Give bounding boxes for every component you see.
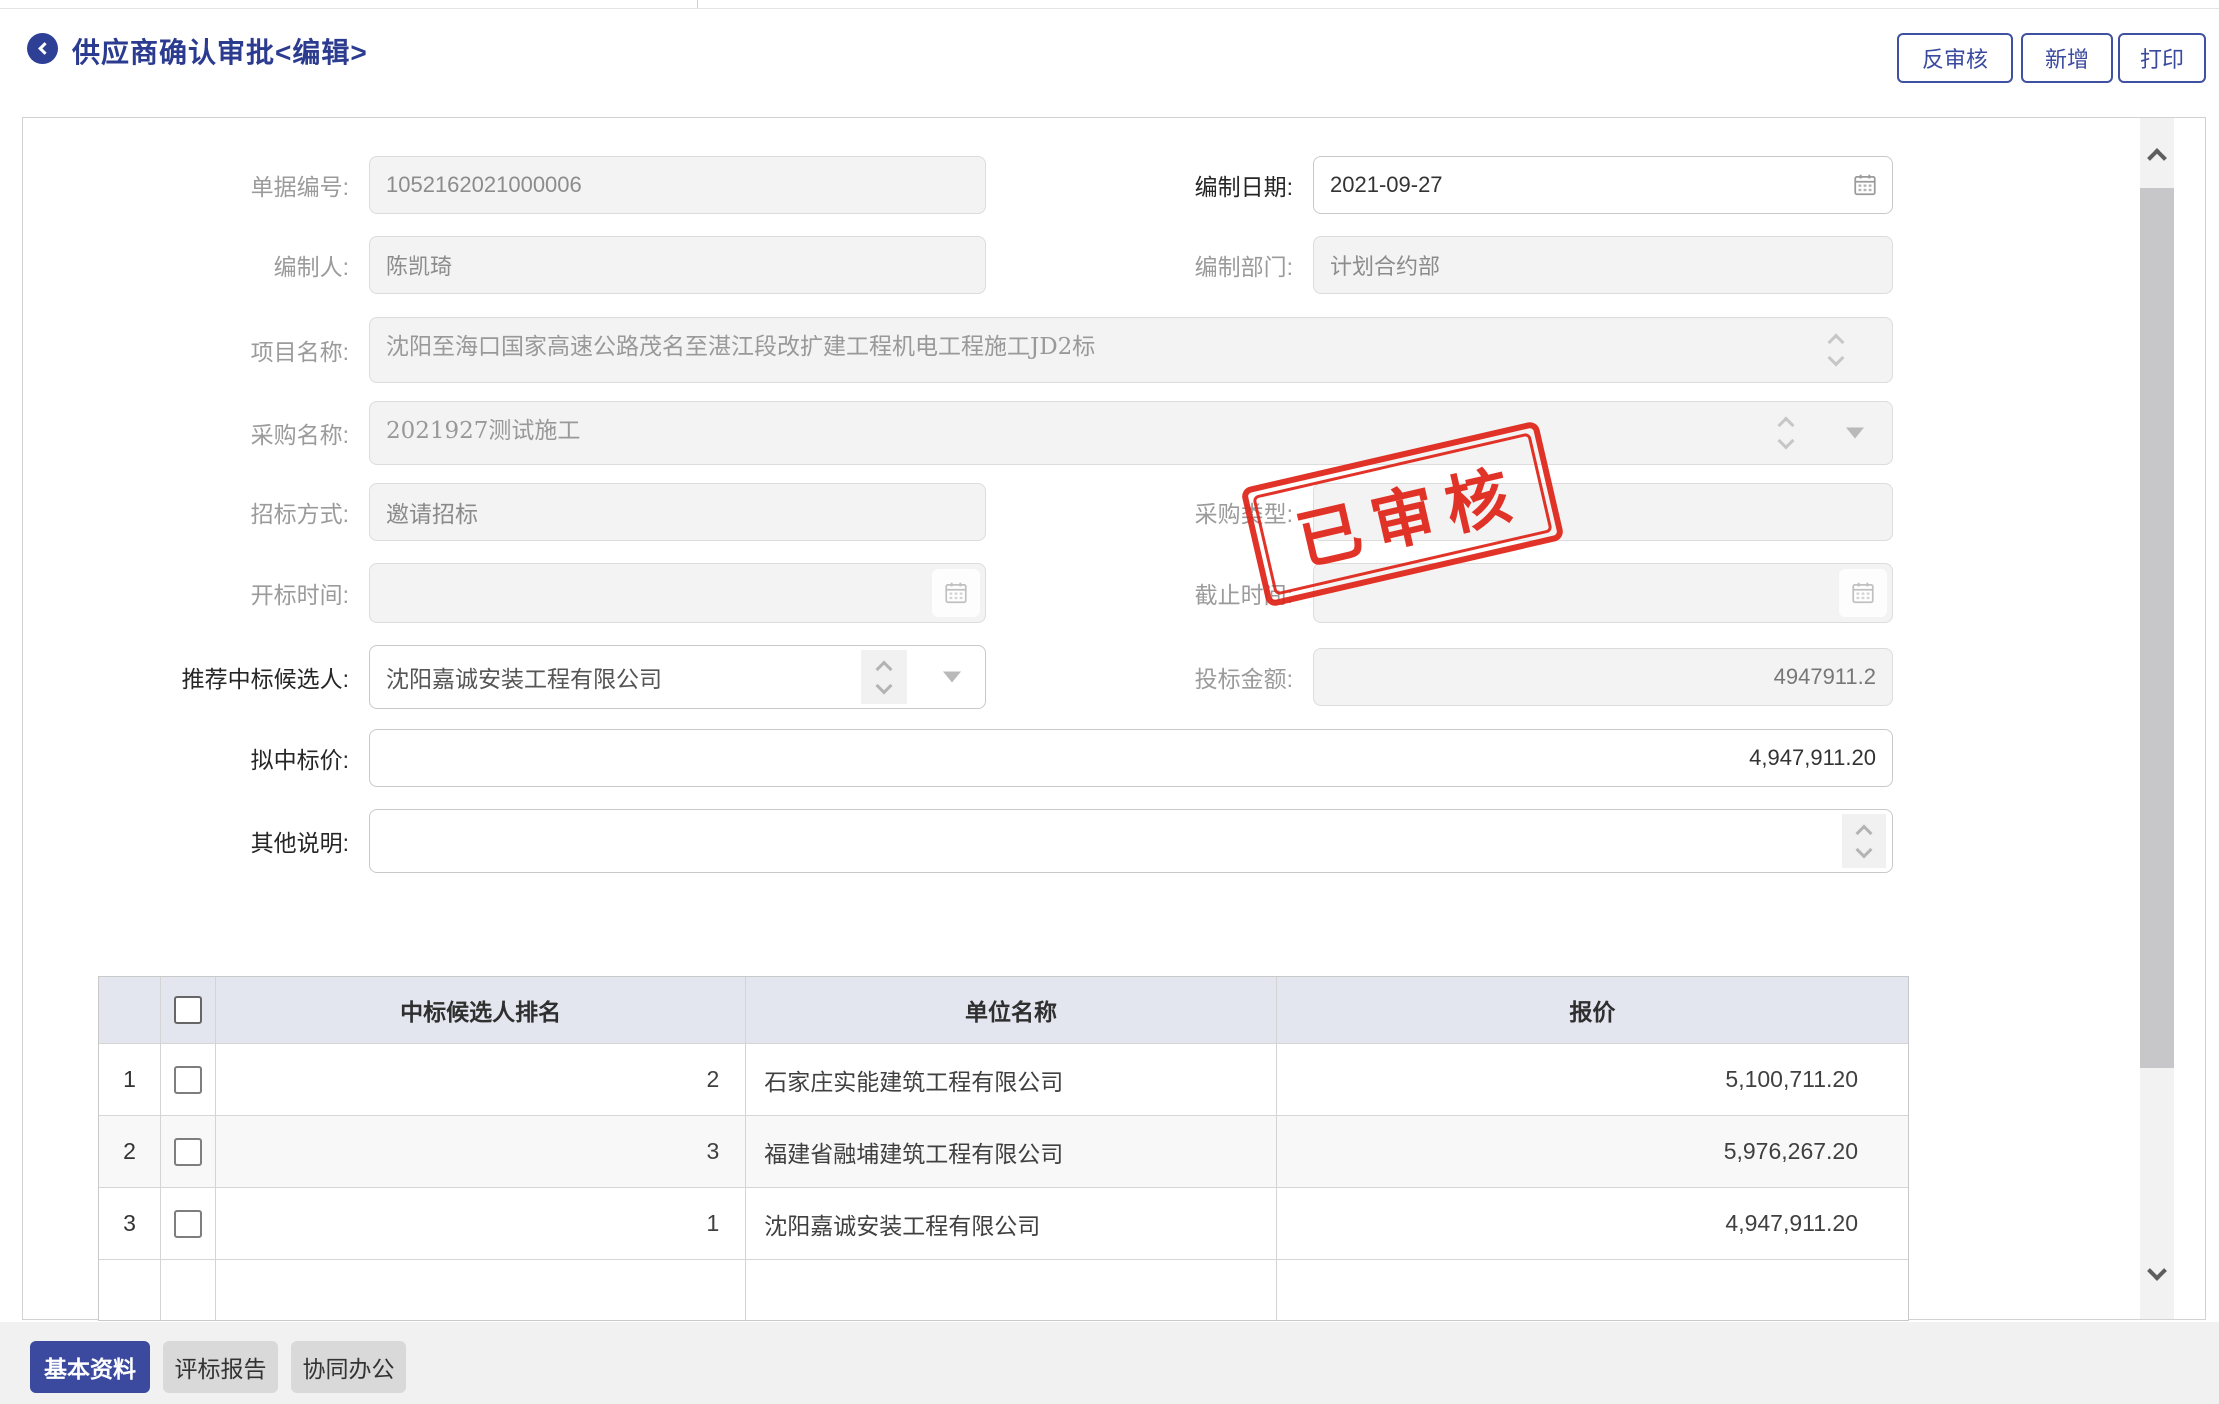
row-index: 2	[99, 1116, 161, 1187]
bid-table: 中标候选人排名 单位名称 报价 1 2 石家庄实能建筑工程有限公司 5,100,…	[98, 976, 1909, 1321]
scrollbar-track[interactable]	[2140, 118, 2174, 1319]
recommended-winner-label: 推荐中标候选人:	[61, 645, 349, 709]
footer-tab-bar: 基本资料 评标报告 协同办公	[0, 1322, 2219, 1404]
table-empty-row	[99, 1259, 1908, 1320]
expand-arrows-icon[interactable]	[1842, 814, 1886, 868]
tab-collaboration[interactable]: 协同办公	[291, 1341, 406, 1393]
bid-amount-field: 4947911.2	[1313, 648, 1893, 706]
price-cell: 5,976,267.20	[1277, 1116, 1908, 1187]
dept-label: 编制部门:	[1011, 236, 1293, 294]
doc-no-field: 1052162021000006	[369, 156, 986, 214]
procurement-name-label: 采购名称:	[61, 401, 349, 465]
row-checkbox[interactable]	[174, 1066, 202, 1094]
scroll-down-button[interactable]	[2140, 1247, 2174, 1295]
scroll-up-button[interactable]	[2140, 134, 2174, 182]
page-title: 供应商确认审批<编辑>	[72, 31, 368, 71]
company-cell: 石家庄实能建筑工程有限公司	[746, 1044, 1276, 1115]
creator-field: 陈凯琦	[369, 236, 986, 294]
recommended-winner-field[interactable]: 沈阳嘉诚安装工程有限公司	[369, 645, 986, 709]
price-column-header: 报价	[1277, 977, 1908, 1043]
select-all-checkbox[interactable]	[174, 996, 202, 1024]
dropdown-arrow-icon[interactable]	[943, 672, 961, 683]
expand-arrows-icon[interactable]	[861, 650, 907, 704]
rank-cell: 1	[216, 1188, 746, 1259]
table-header-row: 中标候选人排名 单位名称 报价	[99, 977, 1908, 1043]
price-cell: 5,100,711.20	[1277, 1044, 1908, 1115]
create-date-field[interactable]: 2021-09-27	[1313, 156, 1893, 214]
back-button[interactable]	[27, 33, 58, 64]
expand-arrows-icon[interactable]	[1780, 419, 1792, 447]
supplier-approval-page: 供应商确认审批<编辑> 反审核 新增 打印 单据编号: 105216202100…	[0, 0, 2219, 1404]
project-name-label: 项目名称:	[61, 317, 349, 383]
company-cell: 福建省融埔建筑工程有限公司	[746, 1116, 1276, 1187]
main-form-panel: 单据编号: 1052162021000006 编制日期: 2021-09-27 …	[22, 117, 2206, 1320]
table-row[interactable]: 3 1 沈阳嘉诚安装工程有限公司 4,947,911.20	[99, 1187, 1908, 1259]
dropdown-arrow-icon[interactable]	[1846, 428, 1864, 439]
row-index: 1	[99, 1044, 161, 1115]
table-row[interactable]: 1 2 石家庄实能建筑工程有限公司 5,100,711.20	[99, 1043, 1908, 1115]
top-divider	[0, 8, 2219, 9]
tab-basic-info[interactable]: 基本资料	[30, 1341, 150, 1393]
calendar-icon	[1850, 580, 1876, 606]
bid-method-label: 招标方式:	[61, 483, 349, 541]
scrollbar-thumb[interactable]	[2140, 188, 2174, 1068]
calendar-icon	[943, 580, 969, 606]
table-row[interactable]: 2 3 福建省融埔建筑工程有限公司 5,976,267.20	[99, 1115, 1908, 1187]
rank-cell: 3	[216, 1116, 746, 1187]
expand-arrows-icon[interactable]	[1830, 336, 1842, 364]
open-time-label: 开标时间:	[61, 563, 349, 623]
tab-evaluation-report[interactable]: 评标报告	[163, 1341, 278, 1393]
calendar-icon[interactable]	[1852, 172, 1878, 198]
row-checkbox[interactable]	[174, 1210, 202, 1238]
dept-field: 计划合约部	[1313, 236, 1893, 294]
open-time-field	[369, 563, 986, 623]
unaudit-button[interactable]: 反审核	[1897, 33, 2013, 83]
company-cell: 沈阳嘉诚安装工程有限公司	[746, 1188, 1276, 1259]
price-cell: 4,947,911.20	[1277, 1188, 1908, 1259]
top-divider-notch	[697, 0, 698, 8]
bid-method-field: 邀请招标	[369, 483, 986, 541]
project-name-field: 沈阳至海口国家高速公路茂名至湛江段改扩建工程机电工程施工JD2标	[369, 317, 1893, 383]
chevron-down-icon	[2147, 1261, 2167, 1281]
proposed-price-field[interactable]: 4,947,911.20	[369, 729, 1893, 787]
procurement-name-field: 2021927测试施工	[369, 401, 1893, 465]
deadline-label: 截止时间:	[1011, 563, 1293, 623]
other-notes-field[interactable]	[369, 809, 1893, 873]
print-button[interactable]: 打印	[2118, 33, 2206, 83]
create-date-label: 编制日期:	[1011, 156, 1293, 214]
row-index: 3	[99, 1188, 161, 1259]
chevron-left-icon	[38, 42, 51, 55]
bid-amount-label: 投标金额:	[1011, 648, 1293, 706]
row-checkbox[interactable]	[174, 1138, 202, 1166]
rank-column-header: 中标候选人排名	[216, 977, 746, 1043]
chevron-up-icon	[2147, 148, 2167, 168]
proposed-price-label: 拟中标价:	[61, 729, 349, 787]
rank-cell: 2	[216, 1044, 746, 1115]
add-button[interactable]: 新增	[2021, 33, 2113, 83]
other-notes-label: 其他说明:	[61, 809, 349, 873]
creator-label: 编制人:	[61, 236, 349, 294]
doc-no-label: 单据编号:	[61, 156, 349, 214]
company-column-header: 单位名称	[746, 977, 1276, 1043]
